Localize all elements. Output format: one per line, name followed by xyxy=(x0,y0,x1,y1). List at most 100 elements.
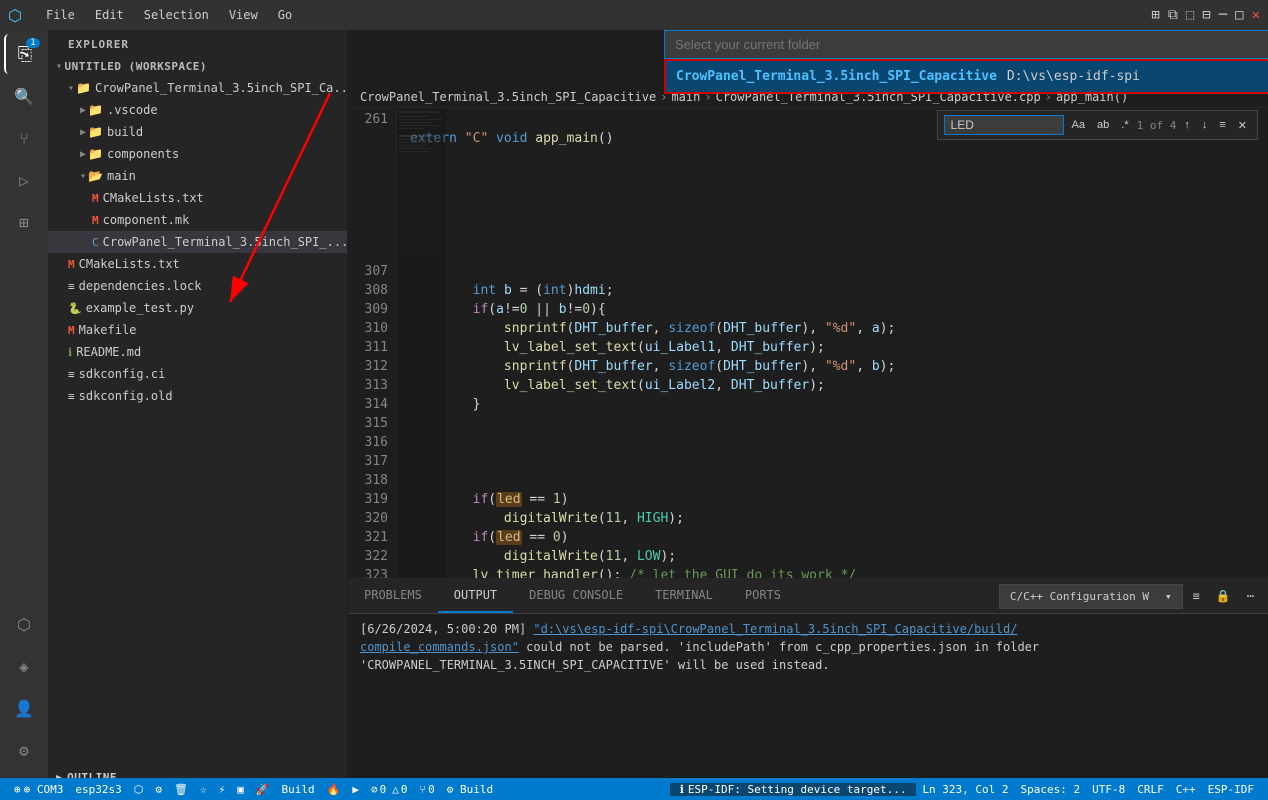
sidebar-project-folder[interactable]: ▾ 📁 CrowPanel_Terminal_3.5inch_SPI_Ca... xyxy=(48,77,347,99)
sidebar-item-component-mk[interactable]: M component.mk xyxy=(48,209,347,231)
menu-go[interactable]: Go xyxy=(270,6,300,24)
sidebar-item-makefile[interactable]: M Makefile xyxy=(48,319,347,341)
status-remote[interactable]: ⊕ ⊕ COM3 xyxy=(8,783,69,796)
status-esp-idf[interactable]: ESP-IDF xyxy=(1202,783,1260,796)
sidebar-item-sdkconfig-old[interactable]: ≡ sdkconfig.old xyxy=(48,385,347,407)
code-editor[interactable]: 261 307 308 309 310 311 312 313 314 315 … xyxy=(348,108,1268,578)
sidebar: EXPLORER ▾ UNTITLED (WORKSPACE) ▾ 📁 Crow… xyxy=(48,30,348,778)
activity-settings[interactable]: ⚙ xyxy=(4,730,44,770)
activity-account[interactable]: 👤 xyxy=(4,688,44,728)
maximize-btn[interactable]: □ xyxy=(1235,7,1243,23)
panel-lock-icon[interactable]: 🔒 xyxy=(1210,586,1237,606)
makefile-icon: M xyxy=(68,324,75,337)
breadcrumb-part-1[interactable]: CrowPanel_Terminal_3.5inch_SPI_Capacitiv… xyxy=(360,90,656,104)
tab-terminal[interactable]: TERMINAL xyxy=(639,579,729,613)
line-endings-label: CRLF xyxy=(1137,783,1164,796)
info-status-icon: ℹ xyxy=(680,783,684,796)
find-lines[interactable]: ≡ xyxy=(1215,117,1229,133)
activity-esp-idf[interactable]: ◈ xyxy=(4,646,44,686)
sdkconfig-old-icon: ≡ xyxy=(68,390,75,403)
status-position[interactable]: Ln 323, Col 2 xyxy=(916,783,1014,796)
sidebar-item-build[interactable]: ▶ 📁 build xyxy=(48,121,347,143)
panel-list-icon[interactable]: ≡ xyxy=(1187,586,1206,606)
status-right: ℹ ESP-IDF: Setting device target... Ln 3… xyxy=(670,783,1260,796)
sidebar-item-sdkconfig-ci[interactable]: ≡ sdkconfig.ci xyxy=(48,363,347,385)
tab-problems[interactable]: PROBLEMS xyxy=(348,579,438,613)
status-build[interactable]: Build xyxy=(276,783,321,796)
sidebar-item-cmakelists-main[interactable]: M CMakeLists.txt xyxy=(48,187,347,209)
titlebar: ⬡ File Edit Selection View Go ⊞ ⧉ ⬚ ⊟ ─ … xyxy=(0,0,1268,30)
status-spaces[interactable]: Spaces: 2 xyxy=(1015,783,1087,796)
layout-icon[interactable]: ⊞ xyxy=(1151,7,1159,23)
activity-run[interactable]: ▷ xyxy=(4,160,44,200)
split-icon[interactable]: ⧉ xyxy=(1168,7,1178,23)
folder-picker-result[interactable]: CrowPanel_Terminal_3.5inch_SPI_Capacitiv… xyxy=(664,59,1268,94)
status-play[interactable]: ▶ xyxy=(346,783,365,796)
activity-remote[interactable]: ⬡ xyxy=(4,604,44,644)
find-close[interactable]: ✕ xyxy=(1234,117,1251,134)
sidebar-item-vscode[interactable]: ▶ 📁 .vscode xyxy=(48,99,347,121)
status-flame[interactable]: 🔥 xyxy=(321,783,347,796)
minimize-btn[interactable]: ─ xyxy=(1219,7,1227,23)
sidebar-item-cmakelists-root[interactable]: M CMakeLists.txt xyxy=(48,253,347,275)
tab-ports[interactable]: PORTS xyxy=(729,579,797,613)
status-encoding[interactable]: UTF-8 xyxy=(1086,783,1131,796)
makefile-label: Makefile xyxy=(79,323,137,337)
status-trash[interactable]: 🗑 xyxy=(168,783,194,796)
remote-icon: ⬡ xyxy=(17,615,31,634)
outline-section[interactable]: ▶ OUTLINE xyxy=(48,767,347,778)
folder-icon: 📁 xyxy=(88,125,103,139)
panel-content: [6/26/2024, 5:00:20 PM] "d:\vs\esp-idf-s… xyxy=(348,614,1268,778)
tab-debug-console[interactable]: DEBUG CONSOLE xyxy=(513,579,639,613)
panel-more-icon[interactable]: ⋯ xyxy=(1241,586,1260,606)
sidebar-item-dependencies[interactable]: ≡ dependencies.lock xyxy=(48,275,347,297)
menu-edit[interactable]: Edit xyxy=(87,6,132,24)
status-monitor[interactable]: ▣ xyxy=(231,783,250,796)
find-whole-word[interactable]: ab xyxy=(1093,117,1113,133)
activity-extensions[interactable]: ⊞ xyxy=(4,202,44,242)
find-prev[interactable]: ↑ xyxy=(1180,117,1194,133)
status-errors[interactable]: ⊘ 0 △ 0 xyxy=(365,783,414,796)
menu-selection[interactable]: Selection xyxy=(136,6,217,24)
status-lightning[interactable]: ⚡ xyxy=(213,783,232,796)
find-input[interactable] xyxy=(944,115,1064,135)
rocket-icon: 🚀 xyxy=(256,783,270,796)
vscode-label: .vscode xyxy=(107,103,158,117)
folder-picker-input[interactable] xyxy=(664,30,1268,59)
errors-icon: ⊘ xyxy=(371,783,378,796)
run-debug-icon: ▷ xyxy=(19,171,29,190)
status-rocket[interactable]: 🚀 xyxy=(250,783,276,796)
layout2-icon[interactable]: ⊟ xyxy=(1202,7,1210,23)
find-regex[interactable]: .* xyxy=(1117,117,1132,133)
sidebar-item-example-test[interactable]: 🐍 example_test.py xyxy=(48,297,347,319)
activity-explorer[interactable]: ⎘ 1 xyxy=(4,34,44,74)
status-notification[interactable]: ℹ ESP-IDF: Setting device target... xyxy=(670,783,917,796)
sidebar-item-main[interactable]: ▾ 📂 main xyxy=(48,165,347,187)
status-chip[interactable]: esp32s3 xyxy=(69,783,127,796)
status-language[interactable]: C++ xyxy=(1170,783,1202,796)
status-settings[interactable]: ⚙ xyxy=(149,783,168,796)
status-git[interactable]: ⑂ 0 xyxy=(413,783,440,796)
sidebar-item-crowpanel-cpp[interactable]: C CrowPanel_Terminal_3.5inch_SPI_... xyxy=(48,231,347,253)
component-mk-label: component.mk xyxy=(103,213,190,227)
status-idf-settings[interactable]: ⚙ Build xyxy=(441,783,499,796)
find-next[interactable]: ↓ xyxy=(1198,117,1212,133)
status-line-endings[interactable]: CRLF xyxy=(1131,783,1170,796)
trash-icon: 🗑 xyxy=(174,783,188,796)
tab-output[interactable]: OUTPUT xyxy=(438,579,513,613)
panel-icon[interactable]: ⬚ xyxy=(1186,7,1194,23)
status-bookmark[interactable]: ☆ xyxy=(194,783,213,796)
activity-search[interactable]: 🔍 xyxy=(4,76,44,116)
status-flash[interactable]: ⬡ xyxy=(128,783,150,796)
menu-view[interactable]: View xyxy=(221,6,266,24)
find-match-case[interactable]: Aa xyxy=(1068,117,1089,133)
activity-source-control[interactable]: ⑂ xyxy=(4,118,44,158)
sidebar-workspace[interactable]: ▾ UNTITLED (WORKSPACE) xyxy=(48,55,347,77)
menu-file[interactable]: File xyxy=(38,6,83,24)
close-btn[interactable]: ✕ xyxy=(1252,7,1260,23)
sidebar-item-readme[interactable]: ℹ README.md xyxy=(48,341,347,363)
code-display: extern "C" void app_main() int b = (int)… xyxy=(410,110,895,578)
sidebar-item-components[interactable]: ▶ 📁 components xyxy=(48,143,347,165)
output-dropdown[interactable]: C/C++ Configuration W ▾ xyxy=(999,584,1183,609)
search-icon: 🔍 xyxy=(14,87,34,106)
